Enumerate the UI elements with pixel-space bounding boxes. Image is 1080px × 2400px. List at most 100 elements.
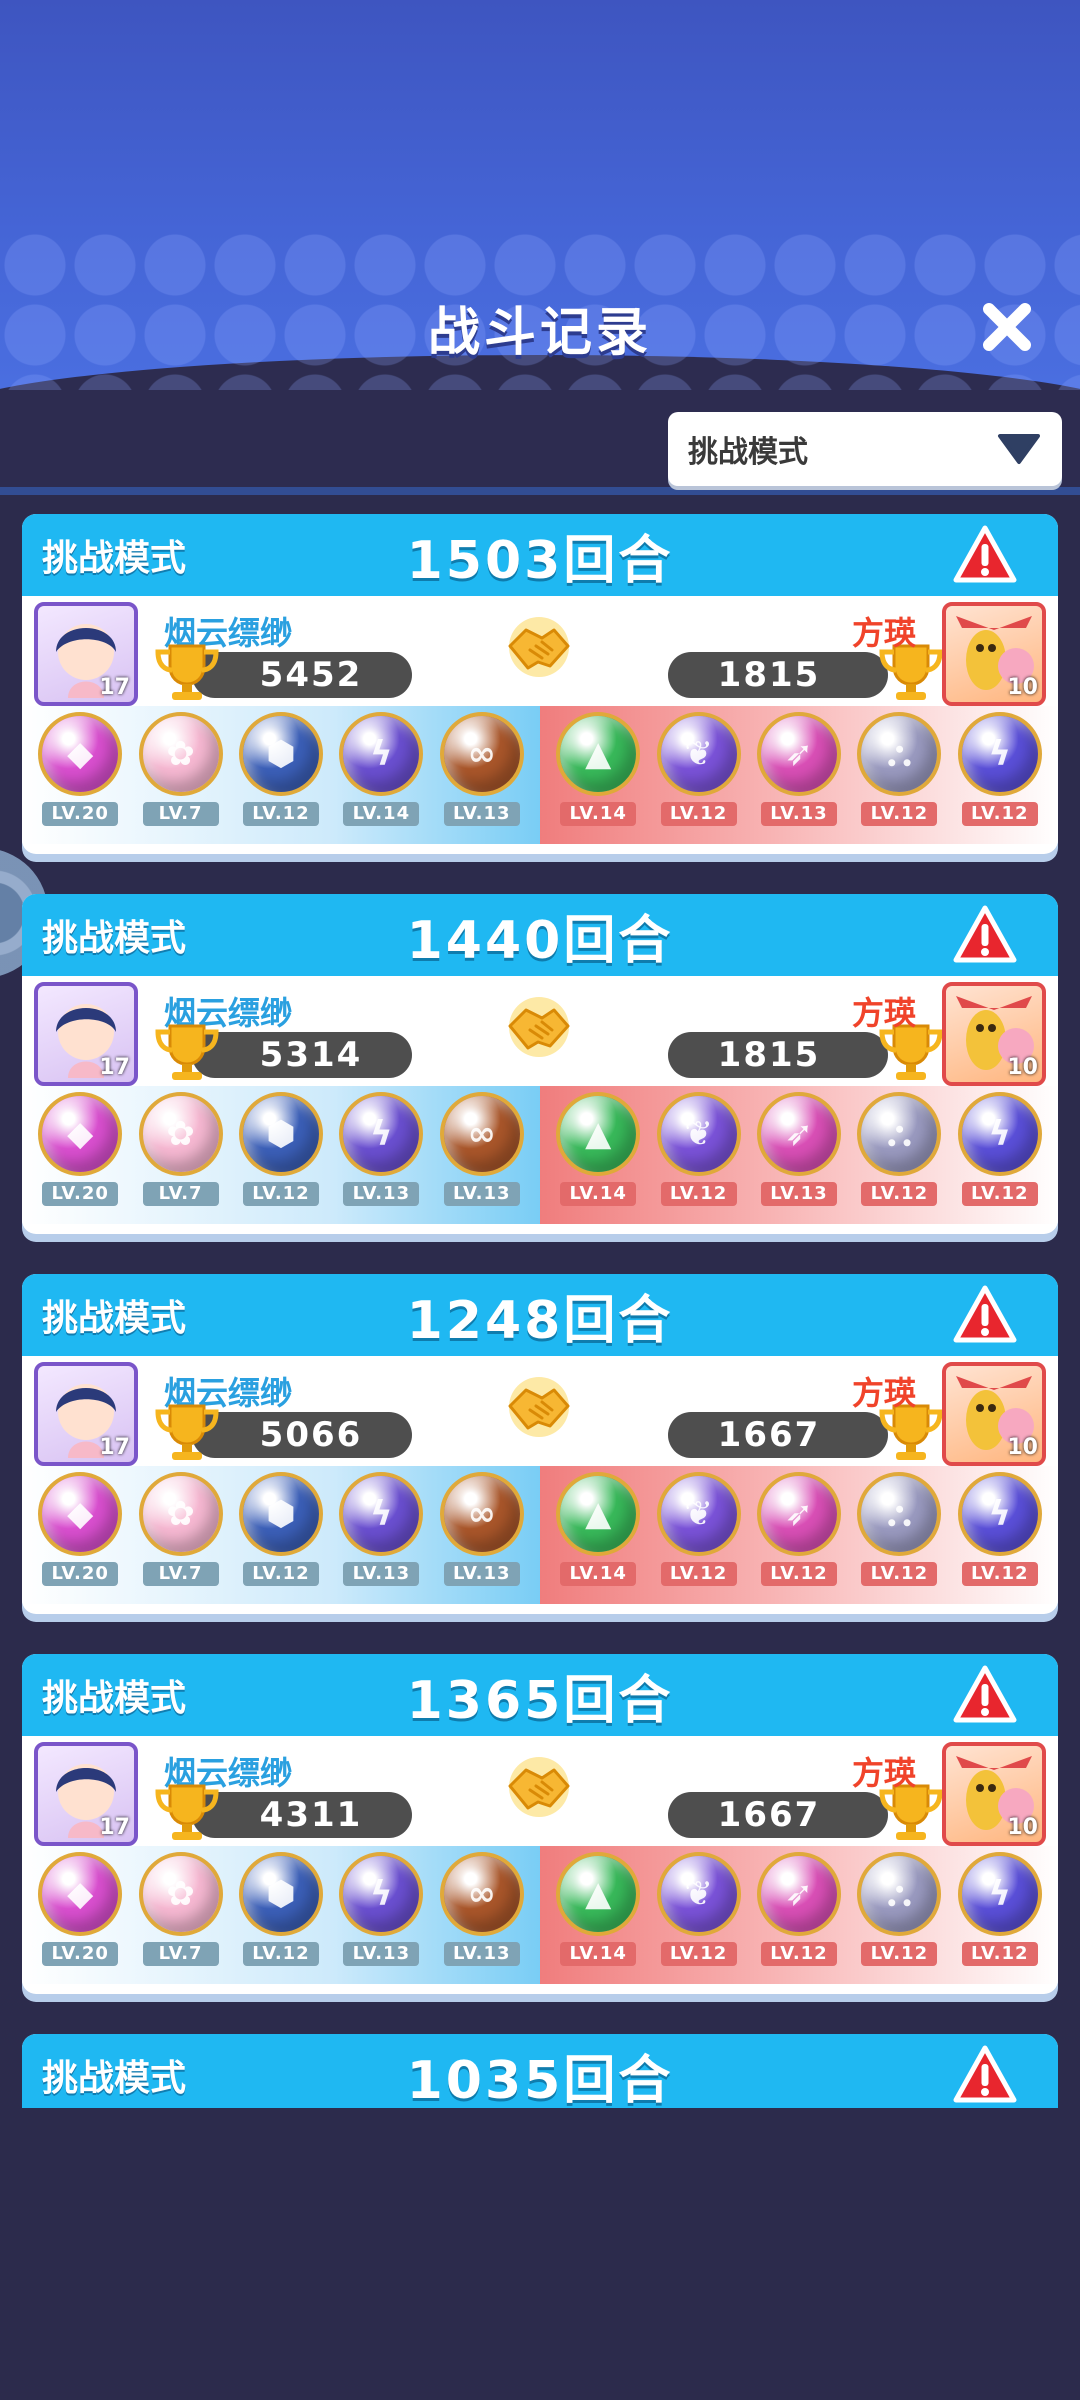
pet-level: LV.14	[343, 802, 420, 826]
pet-level: LV.13	[443, 1942, 520, 1966]
pet-orb-icon: ϟ	[339, 1852, 424, 1936]
player-avatar[interactable]: 17	[34, 602, 138, 706]
pet-orb-icon: ➶	[756, 1852, 841, 1936]
opponent-pet[interactable]: ❦ LV.12	[653, 1852, 745, 1984]
opponent-pet[interactable]: ❦ LV.12	[653, 712, 745, 844]
opponent-avatar[interactable]: 10	[942, 1742, 1046, 1846]
battle-record-card[interactable]: 挑战模式 1503回合 17 烟云缥缈 5452 1815 方瑛 10 ◆ LV…	[22, 514, 1058, 854]
handshake-icon	[508, 997, 570, 1057]
opponent-pet[interactable]: ⛬ LV.12	[853, 1092, 945, 1224]
pet-orb-icon: ✿	[138, 1852, 223, 1936]
player-pets: ◆ LV.20 ✿ LV.7 ⬢ LV.12 ϟ LV.14 ∞ LV.13	[22, 706, 540, 844]
opponent-pet[interactable]: ⛬ LV.12	[853, 712, 945, 844]
pets-row: ◆ LV.20 ✿ LV.7 ⬢ LV.12 ϟ LV.13 ∞ LV.13 ▲ LV.14 ❦ LV.…	[22, 1846, 1058, 1984]
pet-orb-icon: ϟ	[957, 1472, 1042, 1556]
player-pet[interactable]: ✿ LV.7	[135, 712, 227, 844]
opponent-pet[interactable]: ϟ LV.12	[954, 712, 1046, 844]
battle-record-card[interactable]: 挑战模式 1248回合 17 烟云缥缈 5066 1667 方瑛 10 ◆ LV…	[22, 1274, 1058, 1614]
opponent-pet[interactable]: ➶ LV.12	[753, 1472, 845, 1604]
close-button[interactable]	[975, 295, 1039, 359]
pet-orb-icon: ϟ	[957, 1852, 1042, 1936]
pet-orb-icon: ϟ	[957, 712, 1042, 796]
mode-filter-label: 挑战模式	[688, 435, 808, 470]
player-pet[interactable]: ✿ LV.7	[135, 1852, 227, 1984]
player-pet[interactable]: ✿ LV.7	[135, 1092, 227, 1224]
opponent-pets: ▲ LV.14 ❦ LV.12 ➶ LV.13 ⛬ LV.12 ϟ LV.12	[540, 1086, 1058, 1224]
opponent-score: 1815	[668, 652, 888, 698]
opponent-pet[interactable]: ⛬ LV.12	[853, 1852, 945, 1984]
battle-record-card[interactable]: 挑战模式 1440回合 17 烟云缥缈 5314 1815 方瑛 10 ◆ LV…	[22, 894, 1058, 1234]
pet-level: LV.7	[142, 1562, 219, 1586]
pet-level: LV.7	[142, 1942, 219, 1966]
mode-filter-dropdown[interactable]: 挑战模式	[668, 412, 1062, 486]
warning-icon[interactable]	[952, 2044, 1018, 2106]
trophy-icon	[155, 1404, 219, 1460]
battle-record-card[interactable]: 挑战模式 1365回合 17 烟云缥缈 4311 1667 方瑛 10 ◆ LV…	[22, 1654, 1058, 1994]
opponent-pet[interactable]: ▲ LV.14	[552, 1852, 644, 1984]
player-avatar[interactable]: 17	[34, 982, 138, 1086]
opponent-avatar[interactable]: 10	[942, 982, 1046, 1086]
player-pet[interactable]: ✿ LV.7	[135, 1472, 227, 1604]
player-pet[interactable]: ϟ LV.13	[335, 1092, 427, 1224]
opponent-pet[interactable]: ⛬ LV.12	[853, 1472, 945, 1604]
pet-level: LV.7	[142, 802, 219, 826]
opponent-pet[interactable]: ▲ LV.14	[552, 712, 644, 844]
player-pet[interactable]: ∞ LV.13	[436, 1092, 528, 1224]
player-pet[interactable]: ⬢ LV.12	[235, 1472, 327, 1604]
warning-icon[interactable]	[952, 1664, 1018, 1726]
opponent-pet[interactable]: ▲ LV.14	[552, 1092, 644, 1224]
battle-record-card[interactable]: 挑战模式 1035回合	[22, 2034, 1058, 2108]
player-pet[interactable]: ∞ LV.13	[436, 1852, 528, 1984]
opponent-score: 1667	[668, 1412, 888, 1458]
opponent-pet[interactable]: ❦ LV.12	[653, 1092, 745, 1224]
opponent-pet[interactable]: ➶ LV.12	[753, 1852, 845, 1984]
pet-level: LV.12	[961, 1562, 1038, 1586]
player-level: 17	[99, 675, 130, 700]
pet-level: LV.12	[861, 1942, 938, 1966]
triangle-down-icon	[998, 434, 1040, 464]
opponent-level: 10	[1007, 675, 1038, 700]
player-pet[interactable]: ϟ LV.13	[335, 1852, 427, 1984]
player-pet[interactable]: ∞ LV.13	[436, 1472, 528, 1604]
opponent-pet[interactable]: ▲ LV.14	[552, 1472, 644, 1604]
pets-row: ◆ LV.20 ✿ LV.7 ⬢ LV.12 ϟ LV.13 ∞ LV.13 ▲ LV.14 ❦ LV.…	[22, 1086, 1058, 1224]
player-pet[interactable]: ◆ LV.20	[34, 1852, 126, 1984]
players-row: 17 烟云缥缈 5066 1667 方瑛 10	[22, 1356, 1058, 1466]
opponent-pet[interactable]: ❦ LV.12	[653, 1472, 745, 1604]
opponent-name: 方瑛	[851, 994, 916, 1032]
opponent-pet[interactable]: ➶ LV.13	[753, 1092, 845, 1224]
pet-orb-icon: ➶	[756, 712, 841, 796]
player-pet[interactable]: ϟ LV.14	[335, 712, 427, 844]
pet-orb-icon: ✿	[138, 1472, 223, 1556]
warning-icon[interactable]	[952, 524, 1018, 586]
handshake-icon	[508, 617, 570, 677]
player-pet[interactable]: ⬢ LV.12	[235, 1092, 327, 1224]
player-pet[interactable]: ◆ LV.20	[34, 712, 126, 844]
pet-orb-icon: ➶	[756, 1472, 841, 1556]
opponent-pet[interactable]: ➶ LV.13	[753, 712, 845, 844]
pet-level: LV.20	[42, 802, 119, 826]
opponent-name: 方瑛	[851, 1754, 916, 1792]
opponent-pet[interactable]: ϟ LV.12	[954, 1852, 1046, 1984]
player-pet[interactable]: ∞ LV.13	[436, 712, 528, 844]
player-score: 5066	[192, 1412, 412, 1458]
player-pet[interactable]: ⬢ LV.12	[235, 1852, 327, 1984]
pet-orb-icon: ◆	[38, 1472, 123, 1556]
warning-icon[interactable]	[952, 1284, 1018, 1346]
player-pet[interactable]: ◆ LV.20	[34, 1092, 126, 1224]
opponent-avatar[interactable]: 10	[942, 1362, 1046, 1466]
warning-icon[interactable]	[952, 904, 1018, 966]
pet-level: LV.13	[760, 802, 837, 826]
player-avatar[interactable]: 17	[34, 1362, 138, 1466]
pet-orb-icon: ⬢	[238, 1092, 323, 1176]
player-avatar[interactable]: 17	[34, 1742, 138, 1846]
card-header: 挑战模式 1248回合	[22, 1274, 1058, 1356]
opponent-pet[interactable]: ϟ LV.12	[954, 1092, 1046, 1224]
handshake-icon	[508, 1757, 570, 1817]
trophy-icon	[155, 1784, 219, 1840]
opponent-pet[interactable]: ϟ LV.12	[954, 1472, 1046, 1604]
player-pet[interactable]: ◆ LV.20	[34, 1472, 126, 1604]
player-pet[interactable]: ⬢ LV.12	[235, 712, 327, 844]
player-pet[interactable]: ϟ LV.13	[335, 1472, 427, 1604]
opponent-avatar[interactable]: 10	[942, 602, 1046, 706]
